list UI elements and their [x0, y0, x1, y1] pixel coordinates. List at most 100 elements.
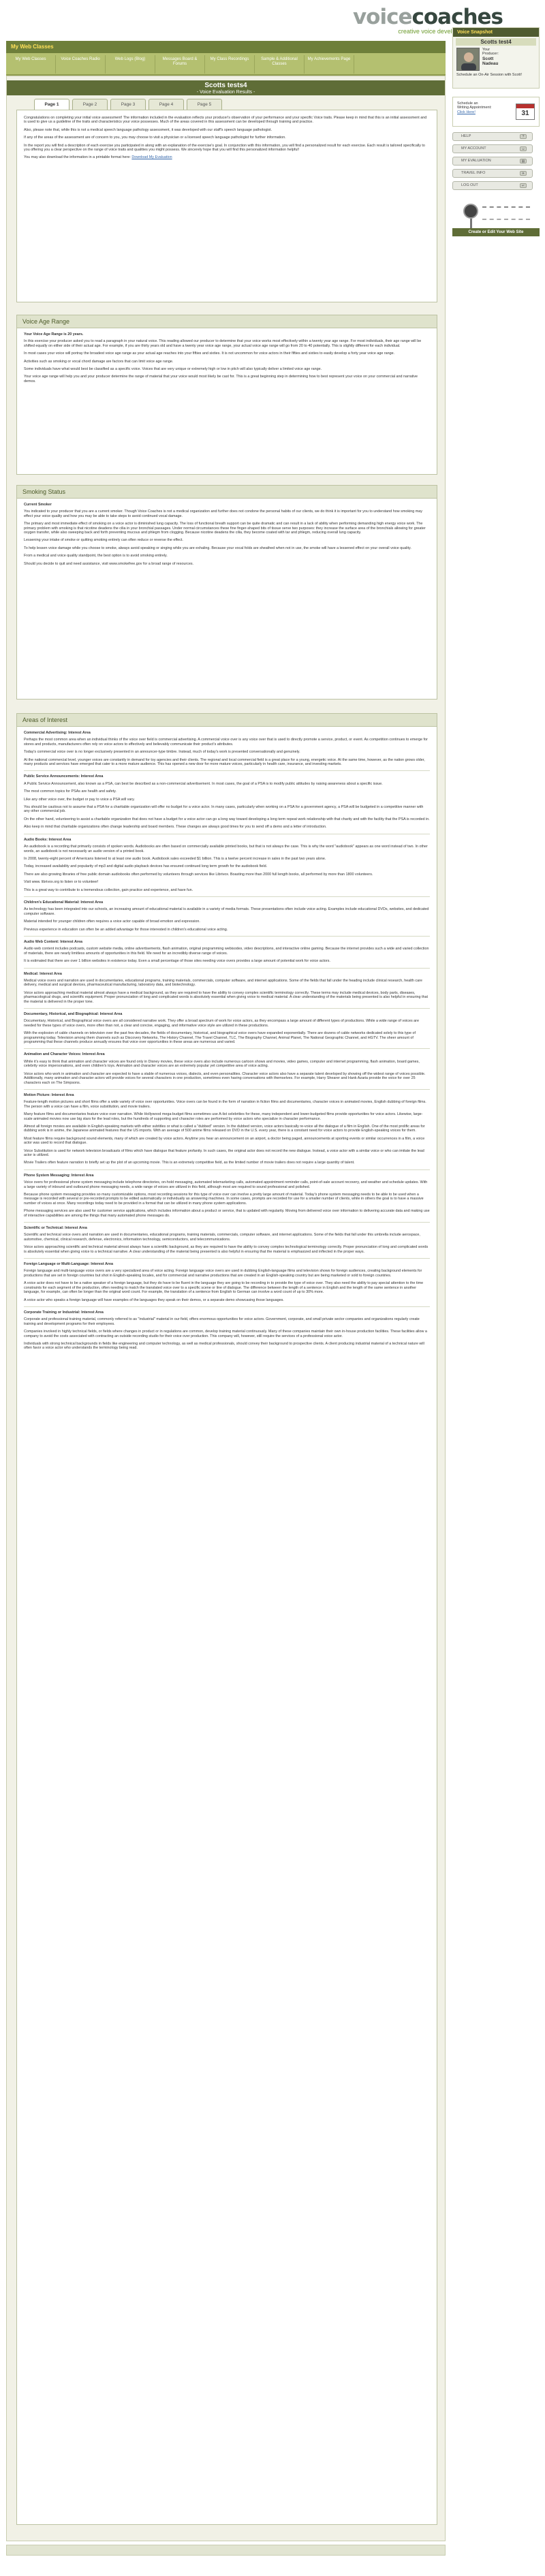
- area-paragraph: Most feature films require background so…: [24, 1136, 425, 1146]
- logout-label: LOG OUT: [461, 183, 478, 187]
- area-paragraph: Voice Substitution is used for network t…: [24, 1148, 424, 1157]
- tab-page-3[interactable]: Page 3: [110, 99, 146, 110]
- account-icon: ☺: [520, 146, 527, 151]
- create-website-promo[interactable]: Create or Edit Your Web Site: [452, 201, 540, 236]
- area-paragraph: With the explosion of cable channels on …: [24, 1031, 416, 1045]
- area-paragraph: Previous experience in education can oft…: [24, 927, 228, 932]
- snapshot-title: Voice Snapshot: [453, 28, 539, 37]
- areas-of-interest-section: Areas of Interest Commercial Advertising…: [16, 713, 437, 2525]
- my-account-button[interactable]: MY ACCOUNT ☺: [452, 144, 533, 153]
- area-divider: [24, 770, 430, 772]
- area-paragraph: Also keep in mind that charitable organi…: [24, 825, 327, 830]
- nav-item-blog[interactable]: Web Logs (Blog): [106, 55, 155, 74]
- area-paragraph: Almost all foreign movies are available …: [24, 1124, 425, 1133]
- area-paragraph: Feature-length motion pictures and short…: [24, 1100, 426, 1109]
- area-heading: Corporate Training or Industrial: Intere…: [24, 1310, 104, 1315]
- area-heading: Documentary, Historical, and Biographica…: [24, 1012, 123, 1017]
- travel-info-button[interactable]: TRAVEL INFO ✈: [452, 169, 533, 178]
- smoking-paragraph: The primary and most immediate effect of…: [24, 522, 426, 535]
- nav-item-recordings[interactable]: My Class Recordings: [205, 55, 255, 74]
- nav-item-sample-classes[interactable]: Sample & Additional Classes: [255, 55, 305, 74]
- producer-last-name: Nadeau: [482, 61, 499, 66]
- area-paragraph: Corporate and professional training mate…: [24, 1317, 420, 1326]
- area-paragraph: You should be cautious not to assume tha…: [24, 805, 424, 814]
- brand-coaches-text: coaches: [411, 5, 503, 29]
- area-paragraph: Many feature films and documentaries fea…: [24, 1112, 423, 1121]
- area-paragraph: At the national commercial level, younge…: [24, 757, 425, 767]
- help-button[interactable]: HELP?: [452, 132, 533, 141]
- producer-photo: [456, 48, 480, 71]
- area-divider: [24, 967, 430, 969]
- voice-range-paragraph: In this exercise your producer asked you…: [24, 339, 422, 348]
- nav-item-label: Sample & Additional Classes: [261, 57, 298, 66]
- area-paragraph: Material intended for younger children o…: [24, 920, 200, 924]
- section-bar: My Web Classes: [6, 41, 446, 53]
- area-heading: Foreign Language or Multi-Language: Inte…: [24, 1262, 113, 1267]
- tab-page-2[interactable]: Page 2: [72, 99, 108, 110]
- plane-icon: ✈: [520, 171, 527, 176]
- intro-download-text: You may also download the information in…: [24, 155, 131, 160]
- area-paragraph: A voice actor does not have to be a nati…: [24, 1281, 424, 1295]
- snapshot-note[interactable]: Schedule an On-Air Session with Scott!: [456, 73, 537, 77]
- my-evaluation-button[interactable]: MY EVALUATION ▤: [452, 157, 533, 166]
- tab-page-4[interactable]: Page 4: [149, 99, 184, 110]
- intro-download-line: You may also download the information in…: [24, 155, 430, 159]
- area-paragraph: It is estimated that there are over 1 bi…: [24, 959, 330, 964]
- smoking-section: Smoking Status Current Smoker You indica…: [16, 485, 437, 700]
- main-nav: My Web Classes Voice Coaches Radio Web L…: [6, 53, 446, 76]
- nav-item-radio[interactable]: Voice Coaches Radio: [56, 55, 106, 74]
- evaluation-panel: Scotts tests4 - Voice Evaluation Results…: [6, 76, 446, 2541]
- section-bar-title: My Web Classes: [11, 44, 54, 50]
- area-heading: Scientific or Technical: Interest Area: [24, 1226, 87, 1231]
- area-paragraph: As technology has been integrated into o…: [24, 907, 429, 916]
- area-paragraph: This is a great way to contribute to a t…: [24, 888, 193, 892]
- voice-range-paragraph: In most cases your voice will portray th…: [24, 351, 395, 356]
- download-evaluation-link[interactable]: Download My Evaluation: [131, 155, 172, 159]
- area-divider: [24, 935, 430, 937]
- page-footer: [6, 2545, 446, 2556]
- schedule-appointment-box[interactable]: Schedule an Writing Appointment: Click H…: [452, 97, 540, 127]
- area-divider: [24, 1258, 430, 1259]
- nav-item-forums[interactable]: Messages Board & Forums: [155, 55, 205, 74]
- smoking-paragraph: You indicated to your producer that you …: [24, 509, 422, 518]
- brand-voice-text: voice: [352, 5, 413, 29]
- area-paragraph: Voice overs for professional phone syste…: [24, 1180, 428, 1189]
- intro-paragraph: Congratulations on completing your initi…: [24, 116, 427, 125]
- tab-page-5[interactable]: Page 5: [187, 99, 222, 110]
- nav-item-achievements[interactable]: My Achievements Page: [305, 55, 354, 74]
- nav-item-label: Web Logs (Blog): [114, 57, 146, 61]
- smoking-paragraph: Lessening your intake of smoke or quitti…: [24, 538, 183, 543]
- areas-list: Commercial Advertising: Interest Area Per…: [17, 727, 437, 1358]
- nav-item-label: My Achievements Page: [307, 57, 351, 61]
- smoking-paragraph: To help lessen voice damage while you ch…: [24, 546, 411, 550]
- nav-item-web-classes[interactable]: My Web Classes: [6, 55, 56, 74]
- person-icon: [457, 48, 479, 70]
- logout-button[interactable]: LOG OUT ↵: [452, 181, 533, 190]
- evaluation-icon: ▤: [520, 159, 527, 163]
- area-paragraph: Like any other voice over, the budget or…: [24, 797, 135, 802]
- area-heading: Commercial Advertising: Interest Area: [24, 731, 91, 735]
- voice-range-section: Voice Age Range Your Voice Age Range is …: [16, 315, 437, 475]
- area-paragraph: The most common topics for PSAs are heal…: [24, 789, 116, 794]
- tab-page-1[interactable]: Page 1: [34, 99, 69, 110]
- smoking-result: Current Smoker: [24, 503, 52, 507]
- area-paragraph: On the other hand, volunteering to assis…: [24, 817, 430, 821]
- logout-icon: ↵: [520, 183, 527, 188]
- my-account-label: MY ACCOUNT: [461, 146, 486, 151]
- sidebar: Voice Snapshot Scotts test4 Your Produce…: [452, 27, 540, 236]
- section-title: Smoking Status: [17, 486, 437, 499]
- intro-paragraph: Also, please note that, while this is no…: [24, 127, 272, 132]
- area-paragraph: Today's commercial voice over is no long…: [24, 750, 300, 755]
- sound-wave-icon: [482, 206, 530, 220]
- area-paragraph: Voice actors who work in animation and c…: [24, 1071, 426, 1085]
- area-divider: [24, 1048, 430, 1050]
- section-title: Areas of Interest: [17, 714, 437, 727]
- page-title: Scotts tests4 - Voice Evaluation Results…: [7, 80, 445, 95]
- area-divider: [24, 1306, 430, 1307]
- create-website-button[interactable]: Create or Edit Your Web Site: [452, 228, 540, 236]
- intro-paragraph: If any of the areas of the assessment ar…: [24, 136, 286, 140]
- area-paragraph: Visit www. librivox.org to listen or to …: [24, 880, 99, 885]
- area-heading: Animation and Character Voices: Interest…: [24, 1052, 105, 1057]
- area-paragraph: Documentary, Historical, and Biographica…: [24, 1019, 419, 1028]
- voice-range-paragraph: Activities such as smoking or vocal chor…: [24, 359, 174, 364]
